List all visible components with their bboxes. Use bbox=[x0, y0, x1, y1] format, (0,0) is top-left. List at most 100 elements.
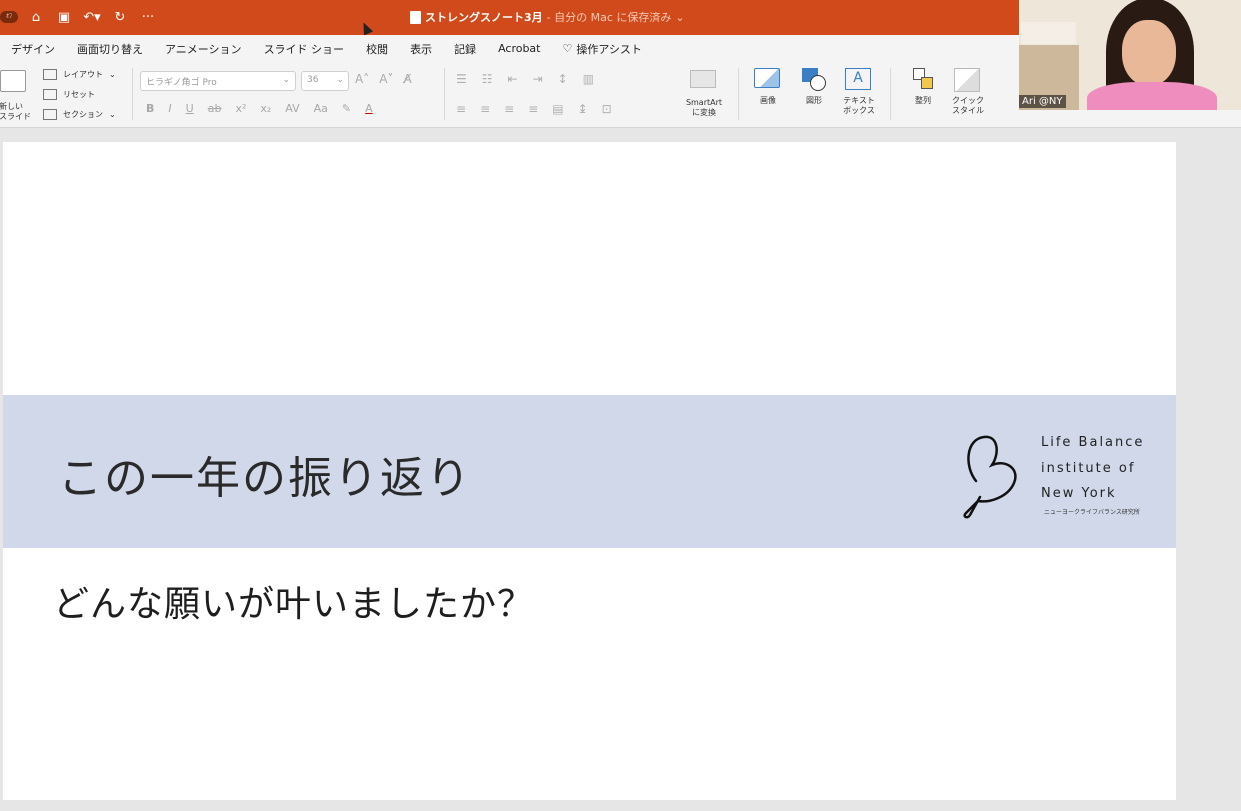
list-buttons: ☰ ☷ ⇤ ⇥ ↕ ▥ bbox=[456, 72, 594, 86]
company-logo: Life Balance institute of New York ニューヨー… bbox=[958, 427, 1158, 522]
clear-format-icon[interactable]: A̸ bbox=[403, 72, 411, 86]
autosave-toggle[interactable]: ｵﾌ bbox=[0, 11, 18, 23]
align-right-icon[interactable]: ≡ bbox=[504, 102, 514, 116]
ribbon-tabs: デザイン 画面切り替え アニメーション スライド ショー 校閲 表示 記録 Ac… bbox=[0, 35, 1020, 62]
change-case-icon[interactable]: Aa bbox=[314, 102, 328, 115]
redo-icon[interactable]: ↻ bbox=[110, 7, 130, 27]
shapes-icon bbox=[800, 68, 828, 92]
tab-record[interactable]: 記録 bbox=[443, 41, 487, 57]
columns-icon[interactable]: ▥ bbox=[583, 72, 594, 86]
tell-me-search[interactable]: ♡ 操作アシスト bbox=[552, 41, 653, 57]
align-left-icon[interactable]: ≡ bbox=[456, 102, 466, 116]
quick-access-toolbar: ｵﾌ ⌂ ▣ ↶▾ ↻ ··· bbox=[0, 7, 158, 27]
new-slide-button[interactable]: 新しい スライド bbox=[0, 102, 31, 122]
tab-transitions[interactable]: 画面切り替え bbox=[66, 41, 154, 57]
align-text-icon[interactable]: ⊡ bbox=[602, 102, 612, 116]
more-icon[interactable]: ··· bbox=[138, 7, 158, 27]
participant-face bbox=[1122, 20, 1176, 86]
slide-canvas[interactable]: この一年の振り返り Life Balance institute of New … bbox=[3, 142, 1176, 800]
line-spacing-icon[interactable]: ↕ bbox=[558, 72, 568, 86]
video-background-window bbox=[1021, 22, 1076, 44]
subscript-icon[interactable]: x₂ bbox=[260, 102, 271, 115]
slide-title[interactable]: この一年の振り返り bbox=[58, 442, 472, 506]
section-button[interactable]: セクション ⌄ bbox=[43, 109, 116, 120]
character-spacing-icon[interactable]: AV bbox=[285, 102, 299, 115]
home-icon[interactable]: ⌂ bbox=[26, 7, 46, 27]
font-name-select[interactable]: ヒラギノ角ゴ Pro ⌄ bbox=[140, 71, 296, 91]
chevron-down-icon: ⌄ bbox=[336, 75, 344, 85]
font-size-buttons: A˄ A˅ A̸ bbox=[355, 72, 412, 86]
italic-icon[interactable]: I bbox=[168, 102, 171, 115]
format-buttons: B I U ab x² x₂ AV Aa ✎ A bbox=[146, 102, 373, 115]
tab-acrobat[interactable]: Acrobat bbox=[487, 42, 551, 55]
tab-review[interactable]: 校閲 bbox=[355, 41, 399, 57]
layout-button[interactable]: レイアウト ⌄ bbox=[43, 69, 116, 80]
ribbon-divider bbox=[738, 68, 739, 120]
textbox-icon: A bbox=[845, 68, 873, 92]
logo-text: Life Balance institute of New York bbox=[1041, 430, 1144, 507]
strikethrough-icon[interactable]: ab bbox=[208, 102, 222, 115]
font-size-value: 36 bbox=[307, 75, 319, 85]
video-participant-thumbnail[interactable]: Ari @NY bbox=[1019, 0, 1241, 110]
tab-animations[interactable]: アニメーション bbox=[154, 41, 253, 57]
tab-slideshow[interactable]: スライド ショー bbox=[253, 41, 356, 57]
slides-group: 新しい スライド レイアウト ⌄ リセット セクション ⌄ bbox=[0, 62, 130, 128]
slide-body-text[interactable]: どんな願いが叶いましたか？ bbox=[53, 575, 534, 627]
mouse-cursor-icon bbox=[358, 20, 374, 36]
highlight-icon[interactable]: ✎ bbox=[342, 102, 351, 115]
increase-indent-icon[interactable]: ⇥ bbox=[533, 72, 543, 86]
participant-shirt bbox=[1087, 82, 1217, 110]
increase-font-icon[interactable]: A˄ bbox=[355, 72, 369, 86]
ribbon-divider bbox=[890, 68, 891, 120]
quick-style-label: クイック スタイル bbox=[952, 96, 984, 115]
logo-line-2: institute of bbox=[1041, 460, 1136, 476]
chevron-down-icon: ⌄ bbox=[282, 75, 290, 85]
section-label: セクション bbox=[63, 110, 103, 119]
bold-icon[interactable]: B bbox=[146, 102, 154, 115]
superscript-icon[interactable]: x² bbox=[235, 102, 246, 115]
document-icon bbox=[410, 10, 421, 24]
tab-view[interactable]: 表示 bbox=[399, 41, 443, 57]
title-band: この一年の振り返り Life Balance institute of New … bbox=[3, 395, 1176, 548]
quick-style-button[interactable]: クイック スタイル bbox=[940, 68, 996, 116]
underline-icon[interactable]: U bbox=[186, 102, 194, 115]
heart-logo-icon bbox=[963, 435, 1017, 519]
align-center-icon[interactable]: ≡ bbox=[480, 102, 490, 116]
undo-icon[interactable]: ↶▾ bbox=[82, 7, 102, 27]
layout-label: レイアウト bbox=[63, 70, 103, 79]
bullets-icon[interactable]: ☰ bbox=[456, 72, 467, 86]
font-size-select[interactable]: 36 ⌄ bbox=[301, 71, 349, 91]
chevron-down-icon: ⌄ bbox=[109, 70, 116, 79]
layout-icon bbox=[43, 69, 57, 80]
textbox-label: テキスト ボックス bbox=[843, 96, 875, 115]
text-direction-icon[interactable]: ↨ bbox=[578, 102, 588, 116]
reset-button[interactable]: リセット bbox=[43, 89, 95, 100]
distribute-icon[interactable]: ▤ bbox=[552, 102, 563, 116]
arrange-icon bbox=[909, 68, 937, 92]
section-icon bbox=[43, 109, 57, 120]
numbering-icon[interactable]: ☷ bbox=[482, 72, 493, 86]
tab-design[interactable]: デザイン bbox=[0, 41, 66, 57]
participant-name: Ari @NY bbox=[1019, 95, 1066, 108]
document-title[interactable]: ストレングスノート3月 - 自分の Mac に保存済み ⌄ bbox=[410, 9, 685, 25]
smartart-icon bbox=[690, 70, 718, 94]
quick-style-icon bbox=[954, 68, 982, 92]
smartart-button[interactable]: SmartArt に変換 bbox=[676, 68, 732, 118]
tell-me-label: 操作アシスト bbox=[576, 42, 642, 56]
chevron-down-icon: ⌄ bbox=[675, 10, 685, 24]
align-buttons: ≡ ≡ ≡ ≡ ▤ ↨ ⊡ bbox=[456, 102, 612, 116]
save-icon[interactable]: ▣ bbox=[54, 7, 74, 27]
ribbon-divider bbox=[132, 68, 133, 120]
font-color-icon[interactable]: A bbox=[365, 102, 373, 115]
decrease-font-icon[interactable]: A˅ bbox=[379, 72, 393, 86]
justify-icon[interactable]: ≡ bbox=[528, 102, 538, 116]
logo-line-1: Life Balance bbox=[1041, 435, 1145, 450]
decrease-indent-icon[interactable]: ⇤ bbox=[508, 72, 518, 86]
new-slide-icon[interactable] bbox=[0, 70, 26, 92]
textbox-button[interactable]: A テキスト ボックス bbox=[831, 68, 887, 116]
reset-label: リセット bbox=[63, 90, 95, 99]
font-name-value: ヒラギノ角ゴ Pro bbox=[146, 78, 217, 88]
logo-line-3: New York bbox=[1041, 486, 1117, 501]
document-name: ストレングスノート3月 bbox=[425, 11, 543, 24]
chevron-down-icon: ⌄ bbox=[109, 110, 116, 119]
